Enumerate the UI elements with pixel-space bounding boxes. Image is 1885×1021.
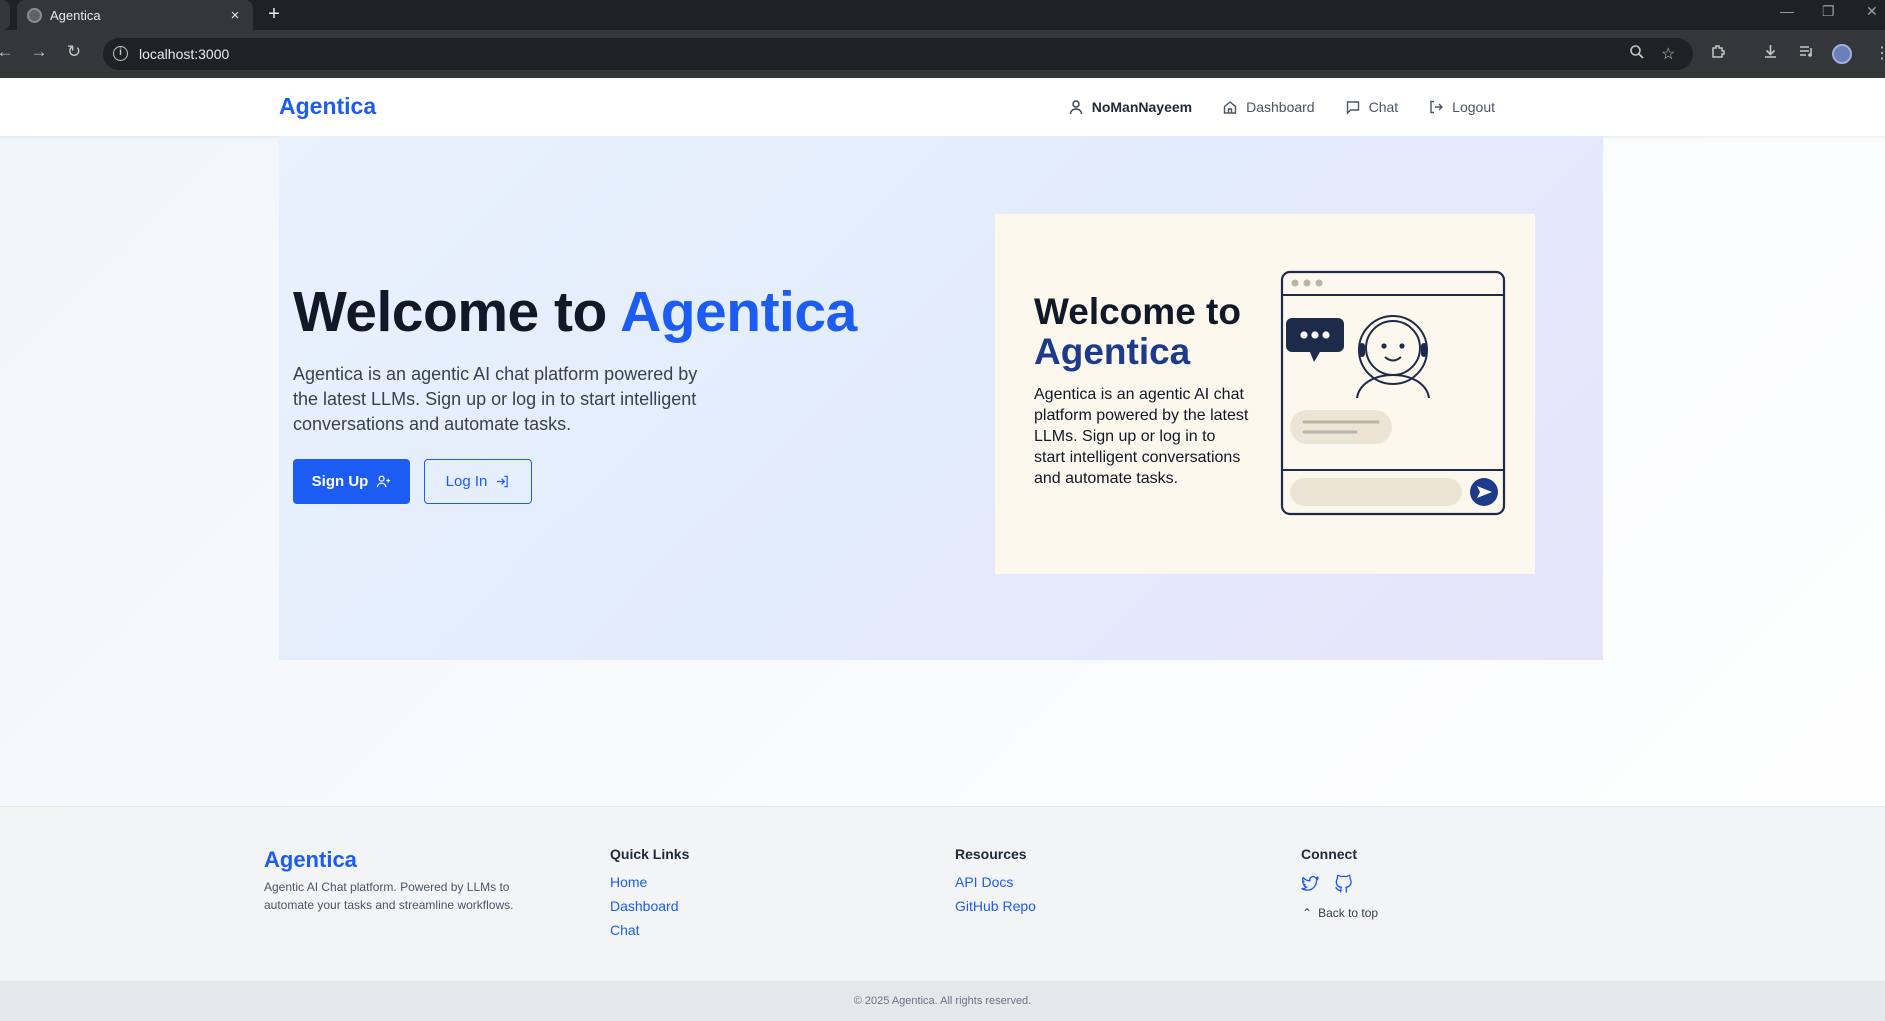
illustration-description: Agentica is an agentic AI chat platform … bbox=[1034, 386, 1249, 487]
site-navbar: Agentica NoManNayeem Dashboard Chat Logo… bbox=[0, 78, 1885, 136]
copyright-text: © 2025 Agentica. All rights reserved. bbox=[853, 995, 1032, 1007]
globe-icon bbox=[27, 7, 42, 23]
browser-tabstrip: Agentica × + — ❐ ✕ bbox=[0, 0, 1885, 30]
hero-title-accent: Agentica bbox=[620, 280, 857, 344]
restore-icon[interactable]: ❐ bbox=[1822, 3, 1835, 20]
brand-logo[interactable]: Agentica bbox=[279, 93, 376, 120]
footer-link-chat[interactable]: Chat bbox=[610, 922, 689, 938]
hero-description: Agentica is an agentic AI chat platform … bbox=[293, 364, 698, 434]
nav-logout-label: Logout bbox=[1452, 99, 1495, 115]
message-square-icon bbox=[1346, 101, 1359, 115]
forward-icon[interactable]: → bbox=[28, 42, 50, 62]
resources-heading: Resources bbox=[955, 846, 1027, 862]
tab-title: Agentica bbox=[50, 7, 101, 23]
back-to-top-label: Back to top bbox=[1318, 906, 1379, 920]
connect-heading: Connect bbox=[1301, 846, 1357, 862]
footer-link-api-docs[interactable]: API Docs bbox=[955, 874, 1036, 890]
user-plus-icon bbox=[377, 475, 391, 488]
reload-icon[interactable]: ↻ bbox=[63, 42, 85, 62]
quick-links-heading: Quick Links bbox=[610, 846, 690, 862]
site-footer: Agentica Agentic AI Chat platform. Power… bbox=[0, 806, 1885, 981]
media-control-icon[interactable] bbox=[1798, 43, 1815, 65]
signup-button[interactable]: Sign Up bbox=[293, 459, 410, 504]
download-icon[interactable] bbox=[1762, 43, 1779, 65]
nav-chat[interactable]: Chat bbox=[1345, 99, 1399, 115]
nav-dashboard-label: Dashboard bbox=[1246, 99, 1315, 115]
footer-brand[interactable]: Agentica bbox=[264, 847, 357, 873]
chevron-up-icon: ⌃ bbox=[1302, 906, 1313, 920]
login-button-label: Log In bbox=[445, 473, 488, 490]
hero-title: Welcome to Agentica bbox=[293, 279, 857, 345]
chat-window-illustration bbox=[1280, 270, 1506, 516]
footer-quick-links: Quick Links Home Dashboard Chat bbox=[610, 846, 689, 946]
page: Agentica NoManNayeem Dashboard Chat Logo… bbox=[0, 78, 1885, 1021]
illustration-title: Welcome to Agentica bbox=[1034, 292, 1241, 372]
bookmark-star-icon[interactable]: ☆ bbox=[1661, 44, 1675, 64]
hero-section: Welcome to Agentica Agentica is an agent… bbox=[279, 136, 1603, 660]
nav-user-label: NoManNayeem bbox=[1091, 99, 1193, 115]
url-text[interactable]: localhost:3000 bbox=[139, 46, 229, 62]
extensions-icon[interactable] bbox=[1710, 43, 1727, 65]
nav-dashboard[interactable]: Dashboard bbox=[1222, 99, 1315, 115]
browser-toolbar: ← → ↻ i localhost:3000 ☆ ⋮ bbox=[0, 30, 1885, 78]
illustration-title-accent: Agentica bbox=[1034, 331, 1191, 372]
login-button[interactable]: Log In bbox=[424, 459, 532, 504]
footer-link-github-repo[interactable]: GitHub Repo bbox=[955, 898, 1036, 914]
site-info-icon[interactable]: i bbox=[113, 46, 128, 61]
user-icon bbox=[1069, 100, 1082, 115]
footer-resources: Resources API Docs GitHub Repo bbox=[955, 846, 1036, 922]
nav-links: NoManNayeem Dashboard Chat Logout bbox=[1068, 78, 1495, 136]
signup-button-label: Sign Up bbox=[311, 473, 369, 490]
github-icon[interactable] bbox=[1334, 874, 1353, 893]
copyright-bar: © 2025 Agentica. All rights reserved. bbox=[0, 981, 1885, 1021]
footer-link-dashboard[interactable]: Dashboard bbox=[610, 898, 689, 914]
profile-avatar[interactable] bbox=[1832, 44, 1852, 64]
browser-tab[interactable]: Agentica × bbox=[17, 0, 253, 30]
footer-tagline: Agentic AI Chat platform. Powered by LLM… bbox=[264, 880, 514, 912]
hero-title-prefix: Welcome to bbox=[293, 280, 621, 344]
nav-chat-label: Chat bbox=[1368, 99, 1399, 115]
zoom-icon[interactable] bbox=[1629, 44, 1645, 65]
hero-illustration: Welcome to Agentica Agentica is an agent… bbox=[995, 214, 1535, 574]
minimize-icon[interactable]: — bbox=[1780, 3, 1794, 19]
illustration-title-prefix: Welcome to bbox=[1034, 291, 1241, 332]
nav-user[interactable]: NoManNayeem bbox=[1068, 99, 1192, 115]
close-window-icon[interactable]: ✕ bbox=[1866, 3, 1878, 20]
menu-kebab-icon[interactable]: ⋮ bbox=[1874, 43, 1885, 63]
nav-logout[interactable]: Logout bbox=[1428, 99, 1495, 115]
twitter-icon[interactable] bbox=[1301, 874, 1320, 893]
new-tab-button[interactable]: + bbox=[262, 3, 286, 26]
back-to-top-link[interactable]: ⌃ Back to top bbox=[1302, 906, 1378, 920]
login-icon bbox=[497, 475, 509, 488]
address-bar[interactable]: i localhost:3000 ☆ bbox=[103, 38, 1693, 70]
logout-icon bbox=[1430, 100, 1444, 114]
footer-link-home[interactable]: Home bbox=[610, 874, 689, 890]
back-icon[interactable]: ← bbox=[0, 42, 16, 62]
footer-connect: Connect bbox=[1301, 846, 1357, 893]
tab-search-button[interactable] bbox=[0, 0, 10, 30]
tab-close-button[interactable]: × bbox=[227, 7, 243, 24]
home-icon bbox=[1223, 101, 1237, 114]
social-links bbox=[1301, 874, 1357, 893]
